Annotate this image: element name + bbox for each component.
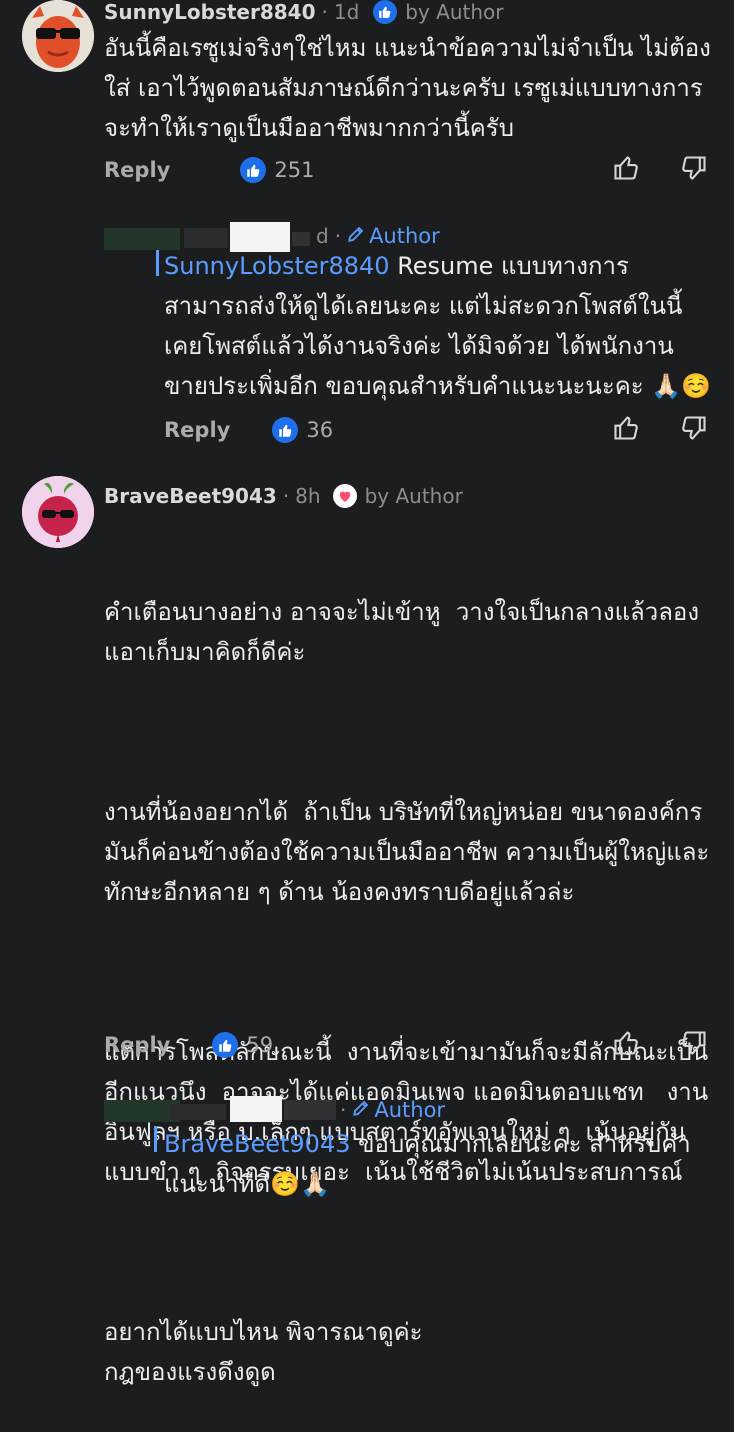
dot-separator: · [334,224,342,248]
comment-username[interactable]: BraveBeet9043 [104,484,277,508]
reply-time: d [316,224,329,248]
comment-time: 1d [333,0,360,24]
quote-bar [156,250,159,276]
like-icon[interactable] [240,157,267,183]
like-icon[interactable] [212,1032,239,1058]
like-icon [373,0,398,24]
comment-paragraph: คำเตือนบางอย่าง อาจจะไม่เข้าหู วางใจเป็น… [104,598,700,666]
thumbs-up-icon[interactable] [612,154,640,186]
thumbs-up-icon[interactable] [612,1029,640,1061]
reply-button[interactable]: Reply [164,418,230,442]
thumbs-down-icon[interactable] [680,414,708,446]
author-badge-label: Author [369,224,440,248]
dot-separator: · [340,1098,347,1122]
beet-avatar-icon [22,476,94,548]
author-reaction-label: by Author [364,484,463,508]
dot-separator: · [282,484,290,508]
dot-separator: · [321,0,328,24]
reply-button[interactable]: Reply [104,1033,170,1057]
heart-icon [332,484,357,508]
redacted-avatar [104,1100,180,1122]
comment-text: อันนี้คือเรซูเม่จริงๆใช่ไหม แนะนำข้อความ… [104,34,711,142]
like-count: 251 [274,158,315,182]
lobster-avatar-icon [22,0,94,72]
thumbs-down-icon[interactable] [680,154,708,186]
pencil-icon [347,225,365,247]
comment-paragraph: อยากได้แบบไหน พิจารณาดูค่ะ กฎของแรงดึงดู… [104,1318,423,1386]
like-icon[interactable] [272,417,299,443]
comment-paragraph: งานที่น้องอยากได้ ถ้าเป็น บริษัทที่ใหญ่ห… [104,798,710,906]
thumbs-down-icon[interactable] [680,1029,708,1061]
reply-text: SunnyLobster8840 Resume แบบทางการสามารถส… [164,246,712,406]
author-reaction-label: by Author [405,0,504,24]
mention-link[interactable]: SunnyLobster8840 [164,252,390,280]
comment-username[interactable]: SunnyLobster8840 [104,0,316,24]
mention-link[interactable]: BraveBeet9043 [164,1130,351,1158]
avatar[interactable] [22,0,94,72]
reply-button[interactable]: Reply [104,158,170,182]
thumbs-up-icon[interactable] [612,414,640,446]
quote-bar [154,1126,157,1152]
comment-text: คำเตือนบางอย่าง อาจจะไม่เข้าหู วางใจเป็น… [104,512,714,1432]
like-count: 59 [246,1033,274,1057]
avatar[interactable] [22,476,94,548]
reply-text: BraveBeet9043 ขอบคุณมากเลยนะคะ สำหรับคำแ… [164,1124,712,1204]
like-count: 36 [306,418,334,442]
pencil-icon [352,1099,370,1121]
comment-time: 8h [295,484,321,508]
author-badge-label: Author [374,1098,446,1122]
